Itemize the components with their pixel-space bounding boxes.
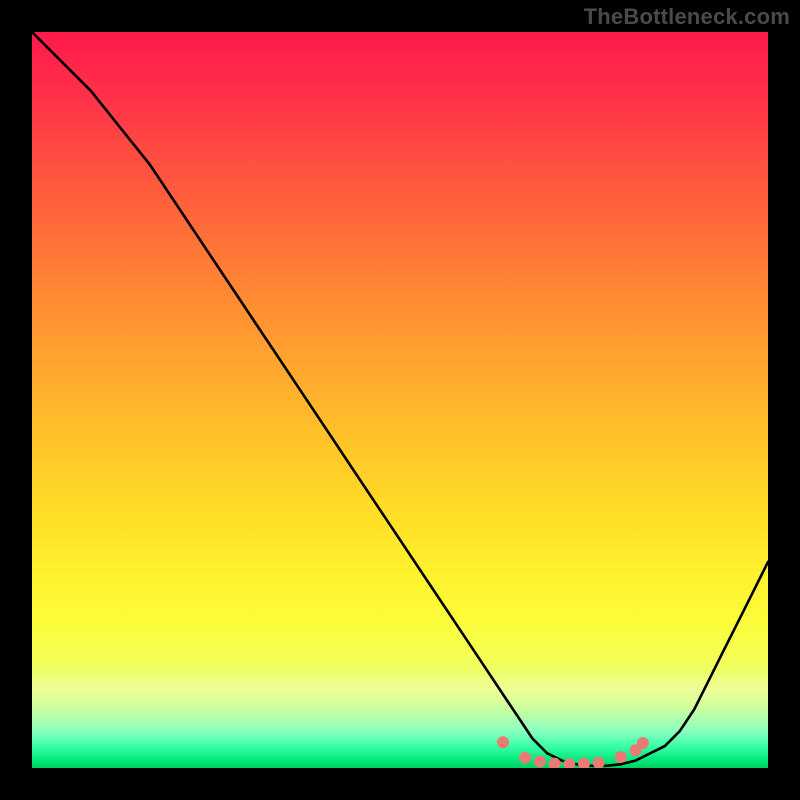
- curve-layer: [32, 32, 768, 768]
- plot-area: [32, 32, 768, 768]
- trough-dot: [534, 755, 546, 767]
- trough-dot: [615, 751, 627, 763]
- trough-dot: [497, 736, 509, 748]
- trough-dot: [593, 757, 605, 768]
- trough-dot: [519, 752, 531, 764]
- chart-frame: TheBottleneck.com: [0, 0, 800, 800]
- bottleneck-curve: [32, 32, 768, 766]
- trough-dot: [578, 758, 590, 768]
- trough-dot: [637, 737, 649, 749]
- trough-dot: [563, 758, 575, 768]
- watermark-text: TheBottleneck.com: [584, 4, 790, 30]
